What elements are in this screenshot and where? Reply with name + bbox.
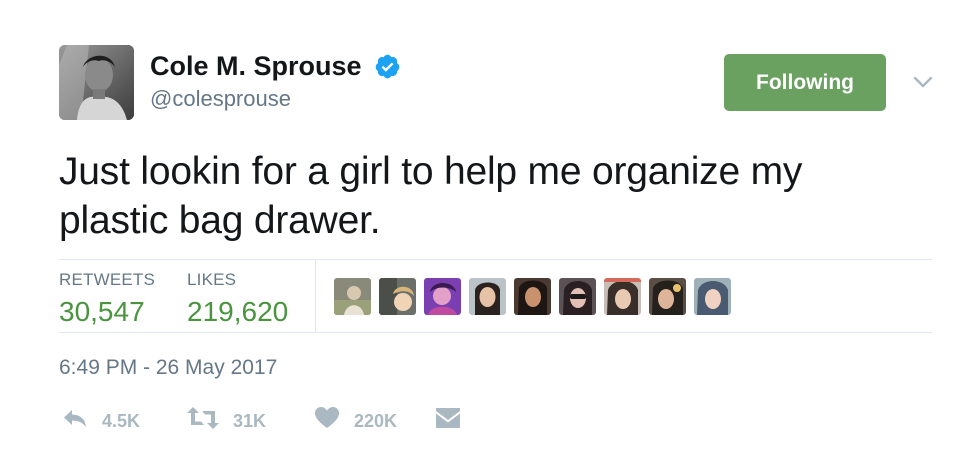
avatar-photo [59, 45, 134, 120]
liker-avatar[interactable] [649, 278, 686, 315]
liker-avatar[interactable] [334, 278, 371, 315]
liker-avatar[interactable] [604, 278, 641, 315]
author-avatar[interactable] [59, 45, 134, 120]
verified-badge-icon [375, 54, 400, 79]
retweet-action[interactable]: 31K [186, 405, 276, 435]
liker-avatar[interactable] [424, 278, 461, 315]
tweet-text: Just lookin for a girl to help me organi… [59, 150, 803, 242]
following-button[interactable]: Following [724, 54, 886, 111]
liker-avatar[interactable] [694, 278, 731, 315]
stats-bottom-divider [59, 332, 932, 333]
retweet-icon [187, 407, 219, 429]
retweets-value: 30,547 [59, 296, 145, 327]
reply-icon [64, 410, 86, 427]
direct-message-action[interactable] [435, 405, 465, 435]
author-display-name[interactable]: Cole M. Sprouse [150, 51, 362, 81]
tweet-timestamp[interactable]: 6:49 PM - 26 May 2017 [59, 356, 277, 380]
retweets-stat[interactable]: RETWEETS 30,547 [59, 270, 155, 327]
reply-count: 4.5K [102, 411, 141, 431]
like-count: 220K [354, 411, 398, 431]
stats-top-divider [59, 259, 932, 260]
chevron-down-icon[interactable] [913, 75, 933, 89]
liker-avatar[interactable] [514, 278, 551, 315]
likes-label: LIKES [187, 270, 237, 289]
liker-avatar[interactable] [469, 278, 506, 315]
reply-action[interactable]: 4.5K [62, 405, 152, 435]
author-handle[interactable]: @colesprouse [150, 86, 291, 112]
heart-icon [315, 407, 339, 428]
envelope-icon [436, 408, 460, 428]
liker-avatar[interactable] [559, 278, 596, 315]
likes-value: 219,620 [187, 296, 289, 327]
retweets-label: RETWEETS [59, 270, 156, 289]
stats-vertical-divider [315, 259, 316, 332]
retweet-count: 31K [233, 411, 267, 431]
likes-stat[interactable]: LIKES 219,620 [187, 270, 288, 327]
liker-avatar[interactable] [379, 278, 416, 315]
tweet-card: Cole M. Sprouse @colesprouse Following J… [0, 0, 980, 463]
like-action[interactable]: 220K [314, 405, 414, 435]
